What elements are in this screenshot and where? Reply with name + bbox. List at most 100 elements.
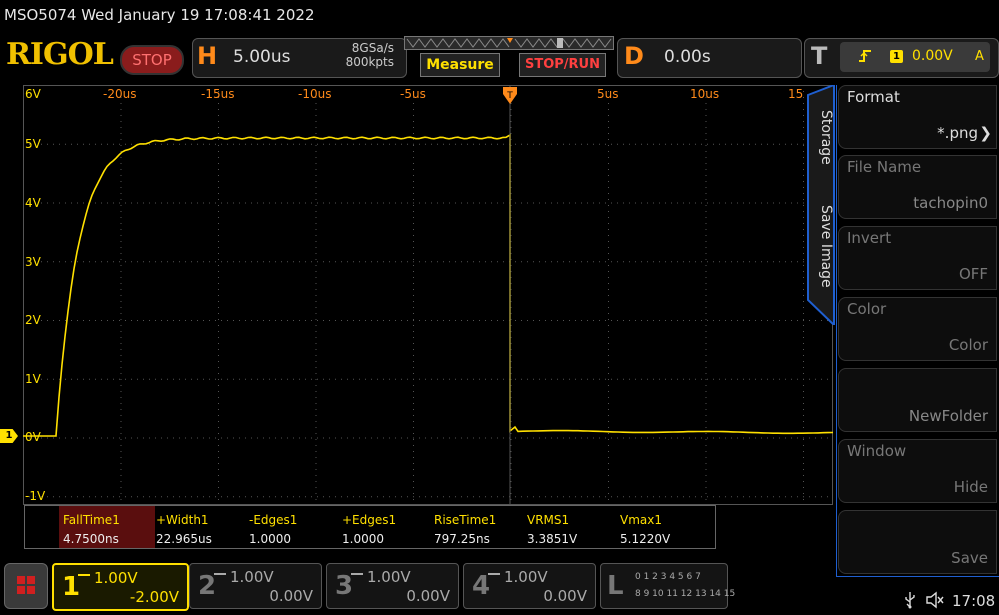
grid-dot [479, 143, 480, 145]
grid-dot [705, 361, 707, 362]
grid-dot [419, 496, 420, 498]
grid-dot [743, 437, 744, 439]
grid-dot [635, 320, 636, 321]
grid-dot [785, 85, 786, 86]
x-label: -15us [201, 87, 235, 101]
grid-dot [317, 202, 318, 204]
grid-dot [653, 378, 654, 380]
grid-dot [731, 378, 732, 380]
trigger-position-marker-icon[interactable]: T [502, 86, 518, 106]
grid-dot [677, 85, 678, 86]
storage-tab[interactable]: Storage [810, 110, 834, 180]
grid-dot [233, 261, 234, 263]
grid-dot [341, 496, 342, 498]
grid-dot [191, 261, 192, 263]
grid-dot [359, 202, 360, 204]
measure-value: 4.7500ns [63, 532, 119, 546]
grid-dot [47, 378, 48, 380]
grid-dot [209, 261, 210, 263]
grid-dot [533, 202, 534, 204]
channel-1-panel[interactable]: 1 1.00V -2.00V [52, 563, 189, 611]
channel-4-panel[interactable]: 4 1.00V 0.00V [463, 563, 596, 609]
grid-dot [209, 85, 210, 86]
grid-dot [569, 85, 570, 86]
grid-dot [23, 261, 24, 263]
channel-2-panel[interactable]: 2 1.00V 0.00V [189, 563, 322, 609]
menu-new-folder[interactable]: NewFolder [838, 368, 997, 432]
measurement-table[interactable]: FallTime1 4.7500ns +Width1 22.965us -Edg… [24, 505, 716, 549]
grid-dot [803, 493, 804, 494]
grid-dot [821, 378, 822, 380]
grid-dot [683, 320, 684, 321]
grid-dot [743, 496, 744, 498]
save-image-tab[interactable]: Save Image [810, 205, 834, 305]
grid-dot [173, 320, 174, 321]
grid-dot [218, 229, 219, 230]
grid-dot [23, 391, 24, 392]
logic-analyzer-panel[interactable]: L 0 1 2 3 4 5 6 7 8 9 10 11 12 13 14 15 [600, 563, 735, 609]
grid-dot [329, 85, 330, 86]
grid-dot [149, 143, 150, 145]
grid-dot [659, 202, 660, 204]
stop-run-button[interactable]: STOP/RUN [519, 53, 606, 77]
menu-save[interactable]: Save [838, 510, 997, 574]
channel-3-panel[interactable]: 3 1.00V 0.00V [326, 563, 459, 609]
grid-dot [449, 261, 450, 263]
run-state-button[interactable]: STOP [120, 45, 184, 75]
grid-dot [71, 496, 72, 498]
grid-dot [705, 295, 707, 296]
grid-dot [705, 283, 707, 284]
grid-dot [315, 139, 317, 140]
grid-dot [599, 143, 600, 145]
grid-dot [705, 367, 707, 368]
speaker-muted-icon[interactable] [925, 591, 945, 609]
grid-dot [539, 378, 540, 380]
ch1-offset-marker[interactable]: 1 [0, 429, 18, 443]
menu-color[interactable]: Color Color [838, 297, 997, 361]
grid-dot [215, 143, 216, 145]
grid-dot [629, 261, 630, 263]
grid-dot [608, 313, 609, 314]
grid-dot [647, 437, 648, 439]
grid-dot [23, 463, 24, 464]
grid-dot [510, 481, 512, 482]
grid-dot [203, 143, 204, 145]
grid-dot [41, 202, 42, 204]
grid-dot [53, 496, 54, 498]
grid-dot [269, 320, 270, 321]
measure-value: 22.965us [156, 532, 212, 546]
grid-dot [23, 115, 24, 116]
grid-dot [731, 143, 732, 145]
grid-dot [611, 85, 612, 86]
menu-format[interactable]: Format *.png ❯ [838, 85, 997, 149]
menu-invert[interactable]: Invert OFF [838, 226, 997, 290]
waveform-position-bar[interactable] [404, 36, 614, 50]
home-button[interactable] [4, 563, 48, 609]
grid-dot [125, 202, 126, 204]
measure-button[interactable]: Measure [420, 53, 500, 77]
grid-dot [749, 496, 750, 498]
grid-dot [605, 496, 606, 498]
grid-dot [218, 121, 219, 122]
grid-dot [59, 320, 60, 321]
grid-dot [120, 313, 122, 314]
grid-dot [707, 143, 708, 145]
grid-dot [218, 295, 219, 296]
grid-dot [803, 235, 804, 236]
menu-file-name[interactable]: File Name tachopin0 [838, 155, 997, 219]
grid-dot [413, 121, 414, 122]
grid-dot [317, 320, 318, 321]
grid-dot [323, 85, 324, 86]
grid-dot [737, 143, 738, 145]
grid-dot [521, 437, 522, 439]
grid-dot [705, 217, 707, 218]
grid-dot [467, 261, 468, 263]
grid-dot [551, 437, 552, 439]
grid-dot [641, 320, 642, 321]
grid-dot [23, 421, 24, 422]
waveform-display[interactable] [23, 85, 833, 505]
grid-dot [77, 261, 78, 263]
menu-window[interactable]: Window Hide [838, 439, 997, 503]
grid-dot [23, 439, 24, 440]
grid-dot [608, 205, 609, 206]
